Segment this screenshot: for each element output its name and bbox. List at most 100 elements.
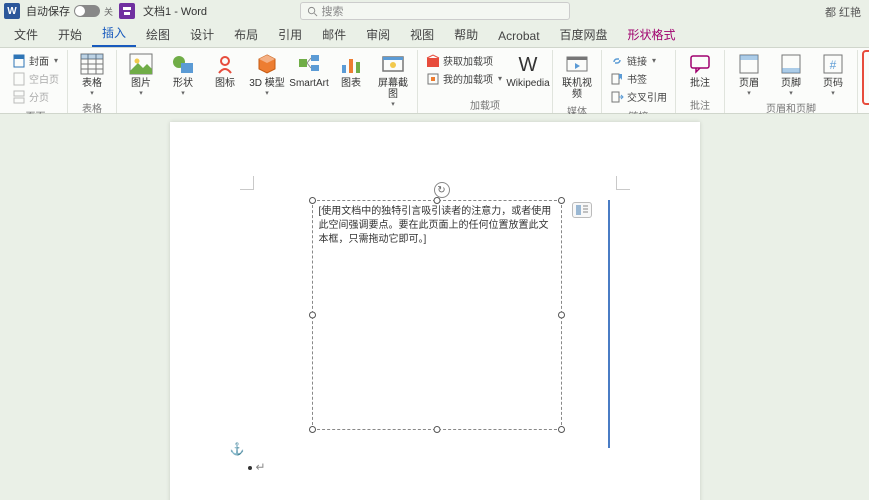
screenshot-icon: [381, 52, 405, 76]
page-number-button[interactable]: #页码▾: [813, 50, 853, 99]
chevron-down-icon: ▾: [54, 56, 58, 65]
tab-help[interactable]: 帮助: [444, 22, 488, 47]
tab-file[interactable]: 文件: [4, 22, 48, 47]
tab-home[interactable]: 开始: [48, 22, 92, 47]
bookmark-button[interactable]: 书签: [608, 70, 669, 87]
shapes-icon: [171, 52, 195, 76]
blank-page-button[interactable]: 空白页: [10, 70, 61, 87]
layout-options-button[interactable]: [572, 202, 592, 218]
group-label-comments: 批注: [690, 96, 710, 113]
user-name: 都 红艳: [825, 4, 861, 20]
store-icon: [426, 54, 440, 68]
video-icon: [565, 52, 589, 76]
tab-design[interactable]: 设计: [180, 22, 224, 47]
tab-layout[interactable]: 布局: [224, 22, 268, 47]
resize-handle[interactable]: [558, 197, 565, 204]
footer-button[interactable]: 页脚▾: [771, 50, 811, 99]
blank-page-icon: [12, 72, 26, 86]
autosave-toggle[interactable]: 自动保存 关: [26, 3, 113, 19]
chevron-down-icon: ▾: [181, 91, 185, 97]
autosave-label: 自动保存: [26, 3, 70, 19]
autosave-state: 关: [104, 5, 113, 18]
link-icon: [610, 54, 624, 68]
highlight-annotation: A文本框▾: [862, 50, 869, 105]
icons-button[interactable]: 图标: [205, 50, 245, 91]
save-button[interactable]: [119, 3, 135, 19]
online-video-button[interactable]: 联机视频: [557, 50, 597, 102]
my-addins-button[interactable]: 我的加载项▾: [424, 70, 504, 87]
search-placeholder: 搜索: [322, 3, 344, 19]
margin-corner-icon: [616, 176, 630, 190]
header-icon: [737, 52, 761, 76]
cover-page-icon: [12, 54, 26, 68]
page-break-icon: [12, 90, 26, 104]
ribbon: 封面▾ 空白页 分页 页面 表格▾ 表格 图片▾ 形状▾ 图标 3D 模型▾ S…: [0, 48, 869, 114]
tab-shape-format[interactable]: 形状格式: [618, 22, 686, 47]
tab-mailings[interactable]: 邮件: [312, 22, 356, 47]
cover-page-button[interactable]: 封面▾: [10, 52, 61, 69]
resize-handle[interactable]: [558, 312, 565, 319]
search-input[interactable]: 搜索: [300, 2, 570, 20]
chevron-down-icon: ▾: [789, 91, 793, 97]
chevron-down-icon: ▾: [391, 102, 395, 108]
word-app-icon: W: [4, 3, 20, 19]
svg-text:#: #: [830, 58, 837, 72]
header-button[interactable]: 页眉▾: [729, 50, 769, 99]
addins-icon: [426, 72, 440, 86]
chevron-down-icon: ▾: [139, 91, 143, 97]
svg-text:W: W: [519, 54, 538, 75]
resize-handle[interactable]: [558, 426, 565, 433]
bullet-icon: [248, 466, 252, 470]
get-addins-button[interactable]: 获取加载项: [424, 52, 504, 69]
smartart-button[interactable]: SmartArt: [289, 50, 329, 91]
chart-button[interactable]: 图表: [331, 50, 371, 91]
text-box[interactable]: [使用文档中的独特引言吸引读者的注意力，或者使用此空间强调要点。要在此页面上的任…: [312, 200, 562, 430]
document-area[interactable]: ↻ [使用文档中的独特引言吸引读者的注意力，或者使用此空间强调要点。要在此页面上…: [0, 114, 869, 500]
page[interactable]: ↻ [使用文档中的独特引言吸引读者的注意力，或者使用此空间强调要点。要在此页面上…: [170, 122, 700, 500]
autosave-switch-icon[interactable]: [74, 5, 100, 17]
search-icon: [307, 6, 318, 17]
group-text: A文本框▾ 文档部件▾ A艺术字▾ A首字下沉▾ 签名行▾ 日期和时间 对象▾ …: [858, 50, 869, 113]
textbox-button[interactable]: A文本框▾: [865, 53, 869, 102]
ribbon-tabs: 文件 开始 插入 绘图 设计 布局 引用 邮件 审阅 视图 帮助 Acrobat…: [0, 22, 869, 48]
group-illustrations: 图片▾ 形状▾ 图标 3D 模型▾ SmartArt 图表 屏幕截图▾ 插图: [117, 50, 418, 113]
footer-icon: [779, 52, 803, 76]
resize-handle[interactable]: [309, 426, 316, 433]
paragraph-mark-icon: ↵: [256, 460, 266, 474]
pictures-button[interactable]: 图片▾: [121, 50, 161, 99]
tab-insert[interactable]: 插入: [92, 20, 136, 47]
tab-review[interactable]: 审阅: [356, 22, 400, 47]
anchor-icon[interactable]: ⚓: [230, 442, 245, 456]
table-icon: [80, 52, 104, 76]
shapes-button[interactable]: 形状▾: [163, 50, 203, 99]
chevron-down-icon: ▾: [265, 91, 269, 97]
resize-handle[interactable]: [433, 426, 440, 433]
group-header-footer: 页眉▾ 页脚▾ #页码▾ 页眉和页脚: [725, 50, 858, 113]
page-break-button[interactable]: 分页: [10, 88, 61, 105]
group-comments: 批注 批注: [676, 50, 725, 113]
link-button[interactable]: 链接▾: [608, 52, 669, 69]
rotation-handle[interactable]: ↻: [434, 182, 450, 198]
tab-view[interactable]: 视图: [400, 22, 444, 47]
3d-models-button[interactable]: 3D 模型▾: [247, 50, 287, 99]
group-label-addins: 加载项: [470, 96, 500, 113]
tab-baidu[interactable]: 百度网盘: [550, 22, 618, 47]
margin-corner-icon: [240, 176, 254, 190]
tab-references[interactable]: 引用: [268, 22, 312, 47]
textbox-content[interactable]: [使用文档中的独特引言吸引读者的注意力，或者使用此空间强调要点。要在此页面上的任…: [319, 205, 555, 247]
group-tables: 表格▾ 表格: [68, 50, 117, 113]
comment-icon: [688, 52, 712, 76]
group-addins: 获取加载项 我的加载项▾ WWikipedia 加载项: [418, 50, 553, 113]
tab-draw[interactable]: 绘图: [136, 22, 180, 47]
table-button[interactable]: 表格▾: [72, 50, 112, 99]
screenshot-button[interactable]: 屏幕截图▾: [373, 50, 413, 110]
tab-acrobat[interactable]: Acrobat: [488, 25, 549, 47]
chevron-down-icon: ▾: [747, 91, 751, 97]
resize-handle[interactable]: [433, 197, 440, 204]
resize-handle[interactable]: [309, 197, 316, 204]
cross-reference-button[interactable]: 交叉引用: [608, 88, 669, 105]
resize-handle[interactable]: [309, 312, 316, 319]
wikipedia-button[interactable]: WWikipedia: [508, 50, 548, 91]
comment-button[interactable]: 批注: [680, 50, 720, 91]
chevron-down-icon: ▾: [90, 91, 94, 97]
